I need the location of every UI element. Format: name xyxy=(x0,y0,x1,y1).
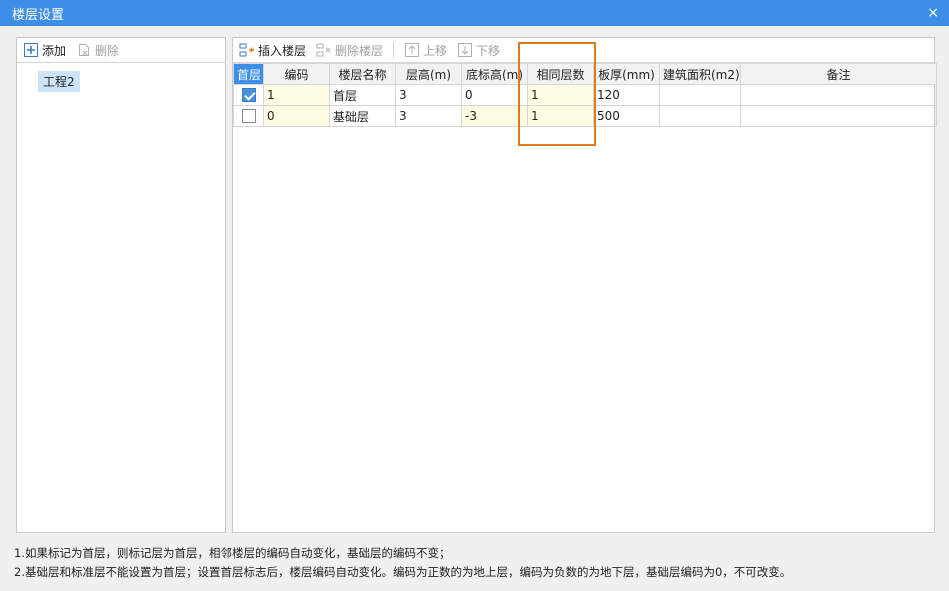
move-down-label: 下移 xyxy=(476,43,501,58)
move-down-button[interactable]: 下移 xyxy=(457,42,500,59)
arrow-down-icon xyxy=(457,42,473,58)
col-header-note[interactable]: 备注 xyxy=(740,63,937,85)
bottom-elevation-cell[interactable]: 0 xyxy=(461,84,528,106)
first-floor-checkbox[interactable] xyxy=(241,109,256,124)
add-button[interactable]: 添加 xyxy=(23,42,66,59)
left-toolbar: 添加 删除 xyxy=(17,38,225,63)
col-header-bottom-elevation[interactable]: 底标高(m) xyxy=(461,63,528,85)
col-header-slab-thickness[interactable]: 板厚(mm) xyxy=(593,63,660,85)
arrow-up-icon xyxy=(404,42,420,58)
table-row[interactable]: 1 首层 3 0 1 120 xyxy=(233,84,937,106)
same-count-cell[interactable]: 1 xyxy=(527,84,594,106)
delete-doc-icon xyxy=(76,42,92,58)
col-header-height[interactable]: 层高(m) xyxy=(395,63,462,85)
same-count-cell[interactable]: 1 xyxy=(527,105,594,127)
height-cell[interactable]: 3 xyxy=(395,84,462,106)
first-floor-cell[interactable] xyxy=(233,105,264,127)
slab-thickness-cell[interactable]: 120 xyxy=(593,84,660,106)
add-label: 添加 xyxy=(42,43,67,58)
first-floor-cell[interactable] xyxy=(233,84,264,106)
first-floor-checkbox[interactable] xyxy=(241,88,256,103)
building-area-cell[interactable] xyxy=(659,105,741,127)
col-header-same-count[interactable]: 相同层数 xyxy=(527,63,594,85)
delete-label: 删除 xyxy=(95,43,120,58)
floor-table-panel: 插入楼层 删除楼层 上移 下移 首层 编码 楼层名称 层高(m) 底标高(m) … xyxy=(232,37,937,533)
plus-icon xyxy=(23,42,39,58)
move-up-button[interactable]: 上移 xyxy=(404,42,447,59)
title-bar: 楼层设置 × xyxy=(0,0,949,26)
move-up-label: 上移 xyxy=(423,43,448,58)
col-header-code[interactable]: 编码 xyxy=(263,63,330,85)
floor-name-cell[interactable]: 基础层 xyxy=(329,105,396,127)
col-header-first-floor[interactable]: 首层 xyxy=(233,63,264,85)
window-title: 楼层设置 xyxy=(12,7,65,23)
insert-row-icon xyxy=(239,42,255,58)
delete-row-icon xyxy=(316,42,332,58)
note-line-2: 2.基础层和标准层不能设置为首层；设置首层标志后，楼层编码自动变化。编码为正数的… xyxy=(14,565,792,579)
floor-name-cell[interactable]: 首层 xyxy=(329,84,396,106)
delete-floor-button[interactable]: 删除楼层 xyxy=(316,42,383,59)
code-cell[interactable]: 0 xyxy=(263,105,330,127)
note-line-1: 1.如果标记为首层，则标记层为首层，相邻楼层的编码自动变化，基础层的编码不变； xyxy=(14,546,451,560)
tree-item-project[interactable]: 工程2 xyxy=(38,71,80,92)
right-toolbar: 插入楼层 删除楼层 上移 下移 xyxy=(233,38,934,63)
close-button[interactable]: × xyxy=(927,6,939,20)
code-cell[interactable]: 1 xyxy=(263,84,330,106)
building-area-cell[interactable] xyxy=(659,84,741,106)
insert-floor-button[interactable]: 插入楼层 xyxy=(239,42,306,59)
note-cell[interactable] xyxy=(740,105,937,127)
col-header-building-area[interactable]: 建筑面积(m2) xyxy=(659,63,741,85)
slab-thickness-cell[interactable]: 500 xyxy=(593,105,660,127)
insert-floor-label: 插入楼层 xyxy=(258,43,307,58)
table-row[interactable]: 0 基础层 3 -3 1 500 xyxy=(233,105,937,127)
col-header-floor-name[interactable]: 楼层名称 xyxy=(329,63,396,85)
help-notes: 1.如果标记为首层，则标记层为首层，相邻楼层的编码自动变化，基础层的编码不变； … xyxy=(14,544,934,582)
delete-button[interactable]: 删除 xyxy=(76,42,119,59)
bottom-elevation-cell[interactable]: -3 xyxy=(461,105,528,127)
project-tree-panel: 添加 删除 工程2 xyxy=(16,37,226,533)
delete-floor-label: 删除楼层 xyxy=(335,43,384,58)
height-cell[interactable]: 3 xyxy=(395,105,462,127)
floor-table: 首层 编码 楼层名称 层高(m) 底标高(m) 相同层数 板厚(mm) 建筑面积… xyxy=(233,63,937,127)
note-cell[interactable] xyxy=(740,84,937,106)
table-header-row: 首层 编码 楼层名称 层高(m) 底标高(m) 相同层数 板厚(mm) 建筑面积… xyxy=(233,63,937,85)
toolbar-divider xyxy=(393,42,395,58)
